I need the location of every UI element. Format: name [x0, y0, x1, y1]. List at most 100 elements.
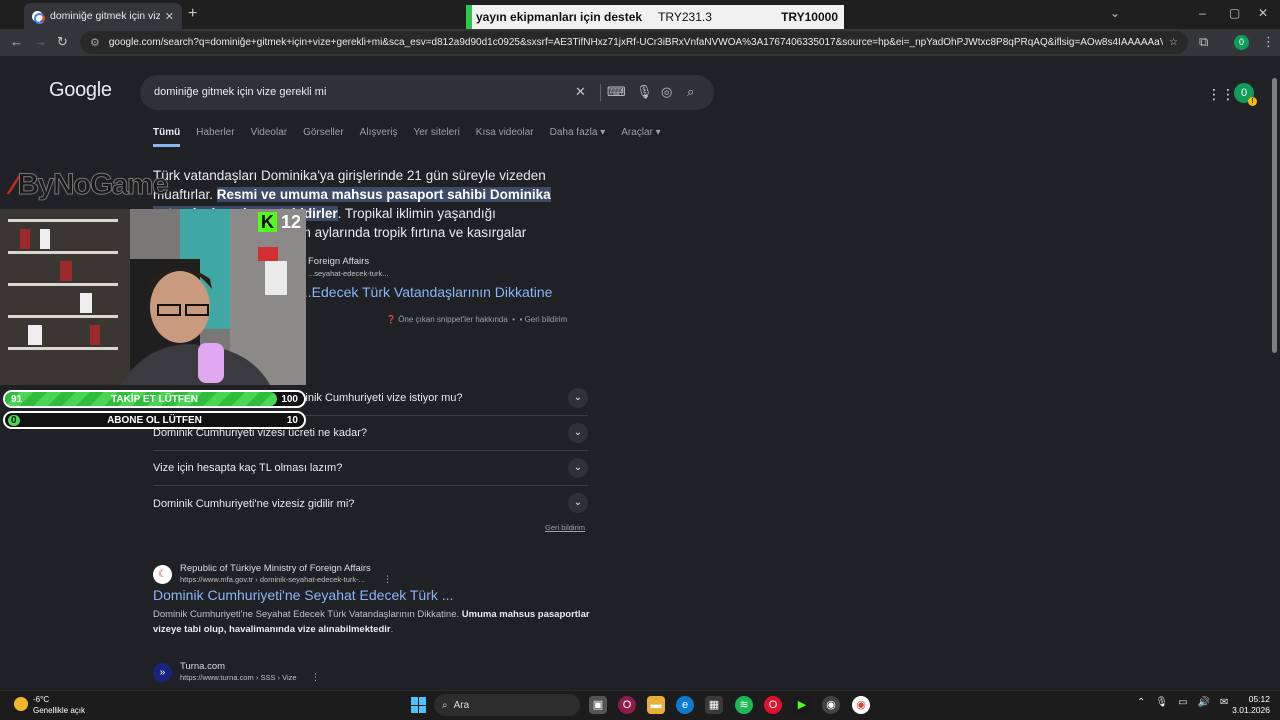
- tab-videos[interactable]: Videolar: [251, 127, 288, 147]
- tab-all[interactable]: Tümü: [153, 127, 181, 147]
- tab-close-icon[interactable]: ✕: [165, 10, 174, 23]
- tab-short-videos[interactable]: Kısa videolar: [476, 127, 534, 147]
- paa-feedback-link[interactable]: Geri bildirim: [545, 523, 585, 532]
- paa-item[interactable]: Vize için hesapta kaç TL olması lazım? ⌄: [153, 451, 588, 486]
- snippet-source-url: ...seyahat-edecek-turk...: [308, 269, 389, 278]
- tab-images[interactable]: Görseller: [303, 127, 344, 147]
- forward-icon[interactable]: →: [34, 34, 47, 49]
- minimize-button[interactable]: –: [1199, 6, 1206, 20]
- notification-icon[interactable]: ✉: [1220, 697, 1228, 708]
- bookmark-star-icon[interactable]: ☆: [1169, 37, 1178, 48]
- back-icon[interactable]: ←: [10, 34, 23, 49]
- file-explorer-icon[interactable]: ▬: [647, 696, 665, 714]
- mic-icon[interactable]: 🎙: [1155, 697, 1168, 708]
- donation-current: TRY231.3: [658, 10, 712, 24]
- sub-label: ABONE OL LÜTFEN: [107, 415, 202, 426]
- result-title-link[interactable]: Dominik Cumhuriyeti'ne Seyahat Edecek Tü…: [153, 587, 453, 603]
- keyboard-icon[interactable]: ⌨: [607, 84, 626, 100]
- opera-icon[interactable]: O: [764, 696, 782, 714]
- edge-icon[interactable]: e: [676, 696, 694, 714]
- address-bar-row: ← → ↻ ⚙ google.com/search?q=dominiğe+git…: [0, 29, 1280, 56]
- channel-logo: ⁄ByNoGame: [12, 168, 169, 202]
- google-logo[interactable]: Google: [49, 79, 112, 102]
- chevron-down-icon[interactable]: ⌄: [568, 493, 588, 513]
- windows-taskbar: -6°C Genellikle açık ⌕ Ara ▣ O ▬ e ▦ ≋ O…: [0, 690, 1280, 720]
- scrollbar-thumb[interactable]: [1272, 78, 1277, 353]
- opera-gx-icon[interactable]: O: [618, 696, 636, 714]
- pen-logo-icon: ⁄: [12, 168, 17, 201]
- follow-target: 100: [281, 394, 298, 405]
- kick-viewer-count: K 12: [258, 212, 301, 233]
- search-icon: ⌕: [442, 699, 448, 711]
- microphone-icon[interactable]: 🎙: [636, 84, 653, 100]
- kick-logo-icon: K: [258, 212, 277, 232]
- scrollbar[interactable]: [1271, 70, 1278, 690]
- menu-dots-icon[interactable]: ⋮: [1262, 34, 1275, 50]
- feedback-link[interactable]: Geri bildirim: [525, 315, 568, 324]
- chevron-down-icon[interactable]: ⌄: [568, 458, 588, 478]
- kick-app-icon[interactable]: ▶: [793, 696, 811, 714]
- snippet-result-link[interactable]: ...Edecek Türk Vatandaşlarının Dikkatine: [300, 284, 552, 300]
- snippet-source-site: Foreign Affairs: [308, 256, 370, 267]
- close-window-button[interactable]: ✕: [1258, 6, 1268, 20]
- turna-favicon-icon: »: [153, 663, 172, 682]
- result-url[interactable]: https://www.mfa.gov.tr › dominik-seyahat…: [180, 575, 365, 584]
- search-icon[interactable]: ⌕: [687, 84, 694, 100]
- feedback-icon: ▪: [519, 315, 523, 324]
- new-tab-button[interactable]: +: [188, 5, 197, 23]
- clock-time: 05:12: [1248, 694, 1270, 704]
- weather-temp: -6°C: [33, 695, 50, 704]
- reload-icon[interactable]: ↻: [57, 34, 68, 50]
- task-view-icon[interactable]: ▣: [589, 696, 607, 714]
- network-icon[interactable]: ▭: [1178, 697, 1187, 708]
- webcam-image: [0, 209, 306, 385]
- more-options-icon[interactable]: ⋮: [383, 574, 392, 585]
- result-site[interactable]: Republic of Türkiye Ministry of Foreign …: [180, 563, 371, 574]
- obs-icon[interactable]: ◉: [822, 696, 840, 714]
- about-snippets-link[interactable]: Öne çıkan snippet'ler hakkında: [398, 315, 508, 324]
- weather-sun-icon: [14, 697, 28, 711]
- snippet-footer: ❓ Öne çıkan snippet'ler hakkında • ▪ Ger…: [386, 315, 568, 324]
- account-avatar[interactable]: 0 !: [1234, 83, 1257, 106]
- tab-shopping[interactable]: Alışveriş: [360, 127, 398, 147]
- donation-goal-banner: yayın ekipmanları için destek TRY231.3 T…: [466, 5, 844, 29]
- clock[interactable]: 05:12 3.01.2026: [1230, 694, 1270, 716]
- mfa-favicon-icon: ☾: [153, 565, 172, 584]
- weather-condition: Genellikle açık: [33, 706, 86, 715]
- spotify-icon[interactable]: ≋: [735, 696, 753, 714]
- result-site[interactable]: Turna.com: [180, 661, 225, 672]
- sub-goal-bar: 0 ABONE OL LÜTFEN 10: [3, 411, 306, 429]
- donation-text: yayın ekipmanları için destek: [476, 10, 643, 24]
- start-button[interactable]: [411, 697, 427, 713]
- chevron-down-icon[interactable]: ⌄: [568, 423, 588, 443]
- tab-bar: dominiğe gitmek için vize gerekli mi ✕ +…: [0, 0, 1280, 29]
- taskbar-search[interactable]: ⌕ Ara: [434, 694, 580, 716]
- lens-icon[interactable]: ◎: [661, 84, 672, 100]
- paa-item[interactable]: Dominik Cumhuriyeti'ne vizesiz gidilir m…: [153, 486, 588, 521]
- result-url[interactable]: https://www.turna.com › SSS › Vize: [180, 673, 297, 682]
- search-tabs: Tümü Haberler Videolar Görseller Alışver…: [153, 127, 677, 147]
- result-description: Dominik Cumhuriyeti'ne Seyahat Edecek Tü…: [153, 607, 593, 637]
- tab-places[interactable]: Yer siteleri: [413, 127, 459, 147]
- chevron-down-icon[interactable]: ⌄: [568, 388, 588, 408]
- store-icon[interactable]: ▦: [705, 696, 723, 714]
- more-options-icon[interactable]: ⋮: [311, 672, 320, 683]
- snippet-source[interactable]: Foreign Affairs ...seyahat-edecek-turk..…: [308, 256, 388, 278]
- search-input[interactable]: dominiğe gitmek için vize gerekli mi ✕ ⌨…: [140, 75, 714, 110]
- tab-more[interactable]: Daha fazla ▾: [550, 127, 606, 147]
- extensions-icon[interactable]: ⧉: [1199, 34, 1208, 50]
- tab-search-icon[interactable]: ⌄: [1110, 6, 1120, 20]
- avatar-initial: 0: [1240, 87, 1248, 99]
- profile-avatar[interactable]: 0: [1234, 35, 1249, 50]
- url-field[interactable]: ⚙ google.com/search?q=dominiğe+gitmek+iç…: [80, 31, 1188, 54]
- site-info-icon[interactable]: ⚙: [90, 36, 100, 49]
- tray-chevron-icon[interactable]: ⌃: [1137, 697, 1145, 708]
- tab-tools[interactable]: Araçlar ▾: [621, 127, 660, 147]
- url-text: google.com/search?q=dominiğe+gitmek+için…: [108, 37, 1164, 48]
- volume-icon[interactable]: 🔊: [1198, 697, 1210, 708]
- browser-tab[interactable]: dominiğe gitmek için vize gerekli mi ✕: [24, 3, 182, 29]
- maximize-button[interactable]: ▢: [1229, 6, 1240, 20]
- chrome-icon[interactable]: ◉: [852, 696, 870, 714]
- tab-news[interactable]: Haberler: [196, 127, 234, 147]
- clear-icon[interactable]: ✕: [575, 84, 586, 100]
